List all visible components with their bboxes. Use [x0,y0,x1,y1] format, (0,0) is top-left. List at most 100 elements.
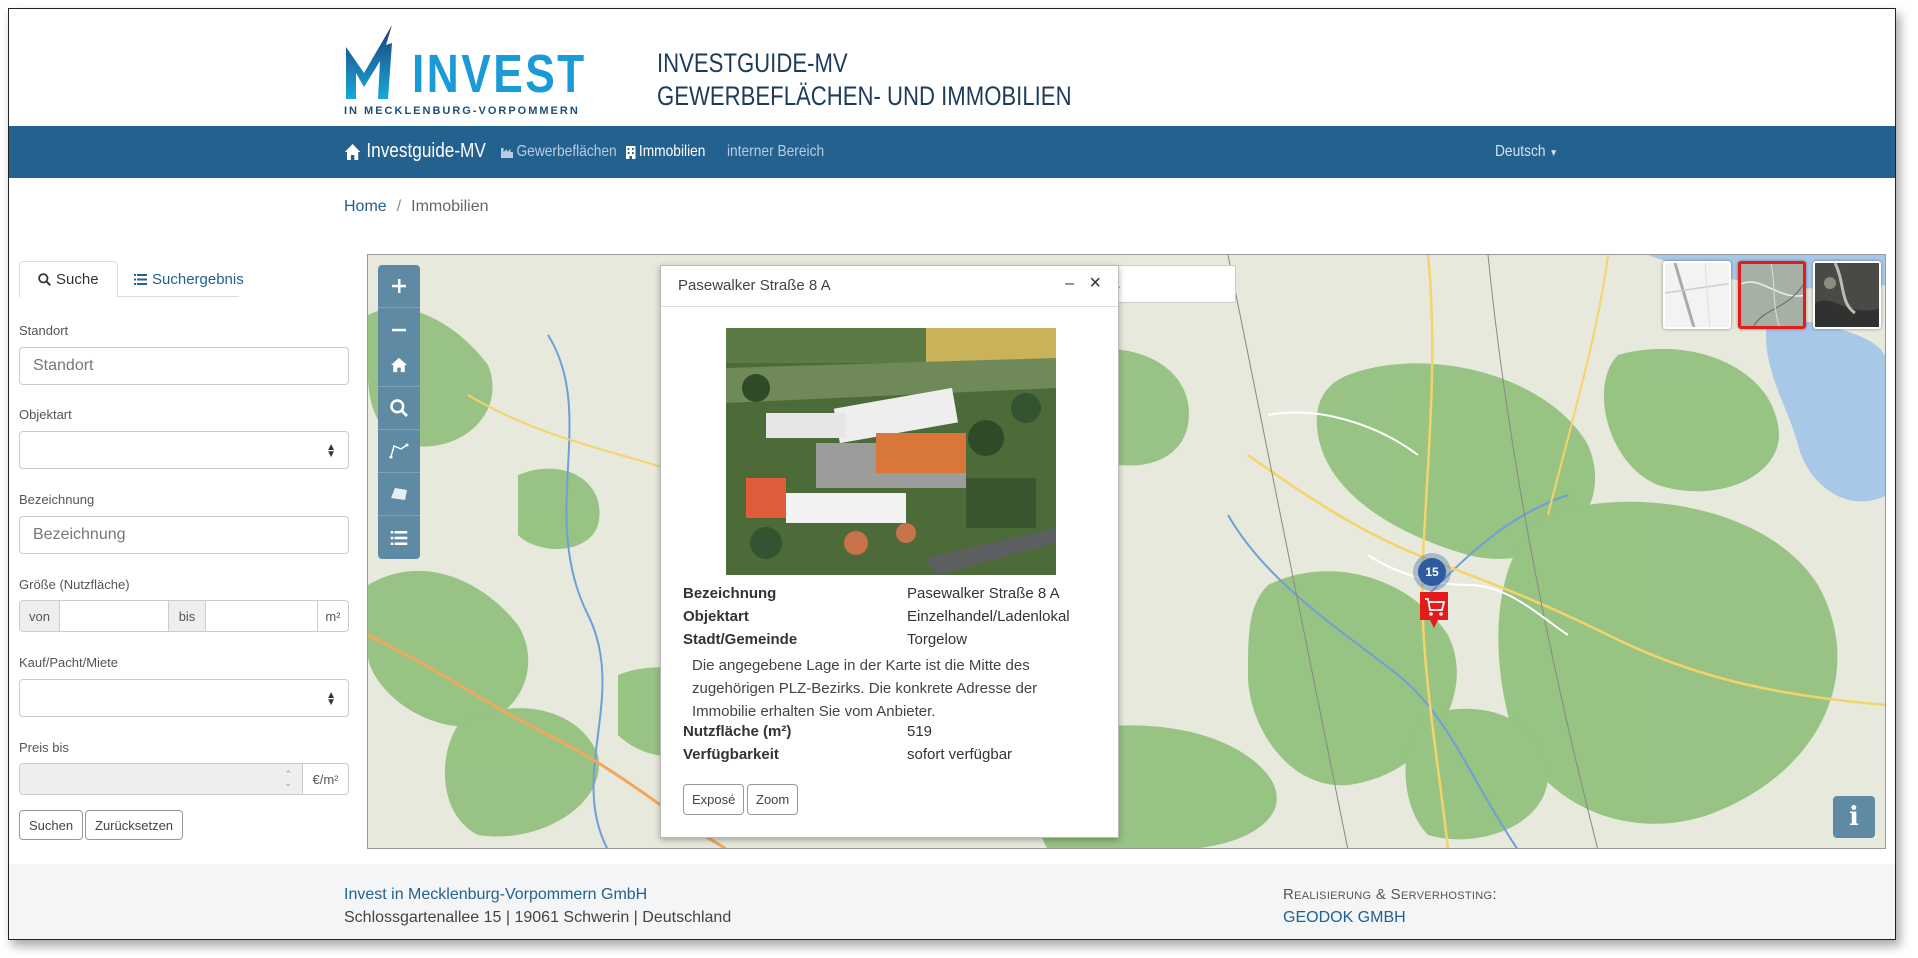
language-dropdown[interactable]: Deutsch ▼ [1495,143,1558,161]
search-map-button[interactable] [378,387,420,430]
breadcrumb-home[interactable]: Home [344,198,387,215]
measure-area-icon [391,488,407,500]
map-view[interactable]: .. 15 i [367,254,1886,849]
map-search-field[interactable]: .. [1106,265,1236,303]
nav-item-immobilien[interactable]: Immobilien [626,143,705,161]
nav-item-label: Gewerbeflächen [516,143,617,160]
preis-input[interactable]: ⌃ ⌄ [19,763,303,795]
row-key: Bezeichnung [683,585,777,602]
row-value: Pasewalker Straße 8 A [907,585,1060,602]
m2-addon: m² [318,600,349,632]
footer-credit-link[interactable]: GEODOK GMBH [1283,909,1406,927]
expose-button[interactable]: Exposé [683,784,745,815]
page: INVEST IN MECKLENBURG-VORPOMMERN INVESTG… [8,8,1896,940]
nav-item-label: Immobilien [638,143,706,160]
minimize-icon[interactable]: – [1065,275,1074,293]
von-addon: von [19,600,60,632]
topo-map-icon [1741,264,1803,326]
street-map-icon [1665,263,1729,327]
logo-invest-text: INVEST [412,44,587,104]
popup-row-bezeichnung: Bezeichnung Pasewalker Straße 8 A [683,585,1060,602]
site-title: INVESTGUIDE-MV GEWERBEFLÄCHEN- UND IMMOB… [657,47,1072,113]
objektart-label: Objektart [19,407,72,422]
building-icon [626,145,636,159]
popup-title: Pasewalker Straße 8 A [678,277,831,294]
satellite-map-icon [1815,263,1879,327]
select-arrows-icon: ▲ ▼ [326,690,336,708]
industry-icon [501,148,514,158]
row-key: Verfügbarkeit [683,746,779,763]
search-icon [38,273,51,286]
breadcrumb-current: Immobilien [411,198,489,215]
tool-controls [378,344,420,559]
site-footer: Invest in Mecklenburg-Vorpommern GmbH Sc… [9,864,1895,939]
measure-area-button[interactable] [378,473,420,516]
shopping-cart-marker-icon[interactable] [1418,590,1450,630]
popup-row-objektart: Objektart Einzelhandel/Ladenlokal [683,608,1070,625]
nav-item-label: interner Bereich [727,143,825,160]
row-value: Torgelow [907,631,968,648]
footer-address: Schlossgartenallee 15 | 19061 Schwerin |… [344,909,732,926]
invest-logo[interactable]: INVEST IN MECKLENBURG-VORPOMMERN [344,25,584,120]
row-value: sofort verfügbar [907,746,1013,763]
main-navbar: Investguide-MV Gewerbeflächen Immobilien… [9,126,1895,178]
property-photo [726,328,1056,575]
nav-item-gewerbeflaechen[interactable]: Gewerbeflächen [501,143,617,161]
objektart-select[interactable]: ▲ ▼ [19,431,349,469]
bezeichnung-input[interactable]: Bezeichnung [19,516,349,554]
aerial-photo-image [726,328,1056,575]
popup-row-stadt: Stadt/Gemeinde Torgelow [683,631,967,648]
language-label: Deutsch [1495,143,1546,160]
caret-down-icon: ▼ [1549,148,1558,159]
tab-suche[interactable]: Suche [19,261,118,298]
zoom-button[interactable]: Zoom [747,784,799,815]
info-button[interactable]: i [1833,796,1875,838]
spinner-icon: ⌃ ⌄ [284,769,292,788]
popup-description: Die angegebene Lage in der Karte ist die… [692,657,1038,720]
list-icon [390,530,408,545]
logo-subtitle: IN MECKLENBURG-VORPOMMERN [344,105,580,117]
zuruecksetzen-button[interactable]: Zurücksetzen [85,810,184,840]
home-icon [344,143,361,160]
logo-m-mark [346,25,392,99]
zoom-controls [378,265,420,351]
legend-list-button[interactable] [378,516,420,559]
breadcrumb-separator: / [396,198,402,215]
search-sidebar: Suche Suchergebnis Standort Standort Obj… [19,261,349,840]
list-icon [134,274,147,285]
zoom-in-button[interactable] [378,265,420,308]
nav-brand[interactable]: Investguide-MV [344,140,486,163]
row-key: Stadt/Gemeinde [683,631,798,648]
popup-row-verfuegbarkeit: Verfügbarkeit sofort verfügbar [683,746,1012,763]
groesse-von-input[interactable] [60,600,169,632]
preis-group: ⌃ ⌄ €/m² [19,763,349,795]
suchen-button[interactable]: Suchen [19,810,84,840]
property-popup: Pasewalker Straße 8 A – × Bezeichnung Pa… [660,265,1119,838]
home-icon [391,357,407,373]
nav-brand-label: Investguide-MV [366,140,486,162]
footer-company-link[interactable]: Invest in Mecklenburg-Vorpommern GmbH [344,886,647,904]
groesse-bis-input[interactable] [206,600,318,632]
cluster-marker[interactable]: 15 [1413,553,1451,591]
home-extent-button[interactable] [378,344,420,387]
tab-suchergebnis-label: Suchergebnis [152,271,244,288]
cluster-count: 15 [1418,558,1446,586]
close-icon[interactable]: × [1089,272,1101,295]
site-header: INVEST IN MECKLENBURG-VORPOMMERN INVESTG… [9,9,1895,126]
measure-line-button[interactable] [378,430,420,473]
layer-map-thumbnail[interactable] [1663,261,1731,329]
map-background [368,255,1885,848]
tab-suche-label: Suche [56,271,99,288]
groesse-range: von bis m² [19,600,349,632]
nav-item-interner-bereich[interactable]: interner Bereich [727,143,824,161]
standort-input[interactable]: Standort [19,347,349,385]
site-title-line2: GEWERBEFLÄCHEN- UND IMMOBILIEN [657,81,1072,111]
plus-icon [392,279,406,293]
preis-unit: €/m² [303,763,349,795]
popup-row-nutzflaeche: Nutzfläche (m²) 519 [683,723,932,740]
kauf-select[interactable]: ▲ ▼ [19,679,349,717]
layer-topo-thumbnail[interactable] [1738,261,1806,329]
layer-satellite-thumbnail[interactable] [1813,261,1881,329]
popup-header: Pasewalker Straße 8 A – × [661,266,1118,307]
tab-suchergebnis[interactable]: Suchergebnis [116,261,262,298]
